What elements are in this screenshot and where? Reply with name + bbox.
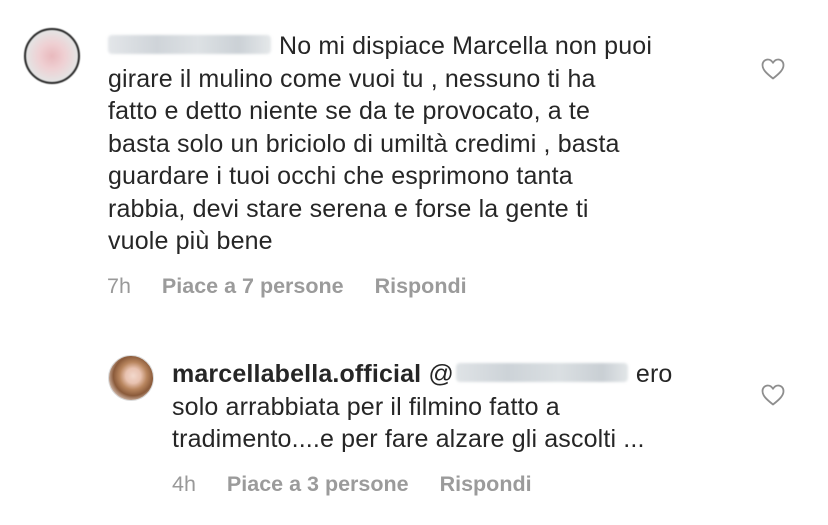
comment-line: fatto e detto niente se da te provocato,… — [108, 97, 591, 125]
avatar[interactable] — [24, 28, 80, 84]
reply-comment-item: marcellabella.official @ ero solo arrabbi… — [0, 330, 828, 525]
reply-button[interactable]: Rispondi — [375, 274, 467, 299]
reply-button[interactable]: Rispondi — [440, 472, 532, 497]
likes-count-link[interactable]: Piace a 3 persone — [227, 472, 409, 497]
comment-text: No mi dispiace Marcella non puoi girare … — [108, 30, 728, 258]
comment-line: vuole più bene — [108, 227, 273, 255]
comment-meta: 7h Piace a 7 persone Rispondi — [107, 274, 498, 299]
heart-outline-icon[interactable] — [761, 58, 785, 80]
username-link[interactable]: marcellabella.official — [172, 360, 421, 388]
comment-line: rabbia, devi stare serena e forse la gen… — [108, 194, 589, 223]
mention-blurred[interactable] — [455, 362, 628, 382]
likes-count-link[interactable]: Piace a 7 persone — [162, 274, 344, 299]
comment-meta: 4h Piace a 3 persone Rispondi — [172, 472, 563, 497]
comment-text: marcellabella.official @ ero solo arrabbi… — [172, 358, 732, 456]
comment-item: No mi dispiace Marcella non puoi girare … — [0, 0, 828, 320]
comment-time: 4h — [172, 472, 196, 496]
username-blurred[interactable] — [108, 34, 271, 54]
comment-line: guardare i tuoi occhi che esprimono tant… — [108, 162, 573, 190]
heart-outline-icon[interactable] — [761, 384, 785, 406]
avatar[interactable] — [108, 355, 154, 401]
comment-time: 7h — [107, 274, 131, 298]
comment-line: No mi dispiace Marcella non puoi — [108, 30, 728, 63]
comment-line: solo arrabbiata per il filmino fatto a — [172, 392, 560, 421]
mention-at: @ — [428, 360, 454, 388]
comment-line: girare il mulino come vuoi tu , nessuno … — [108, 64, 596, 93]
comment-line: marcellabella.official @ ero — [172, 360, 673, 388]
comment-line: tradimento....e per fare alzare gli asco… — [172, 425, 645, 453]
comment-line: basta solo un briciolo di umiltà credimi… — [108, 129, 620, 158]
